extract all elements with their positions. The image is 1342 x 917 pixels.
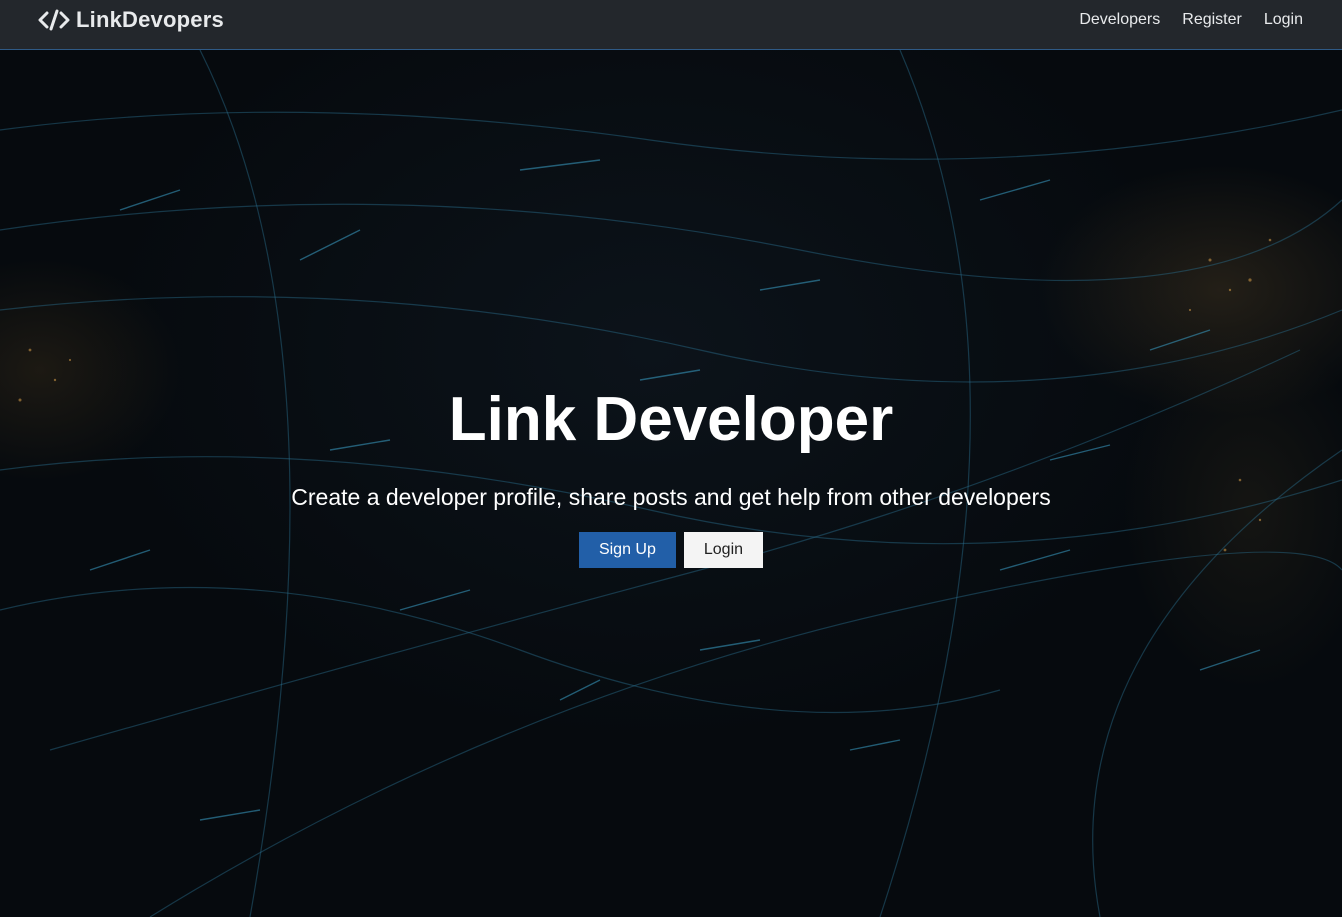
hero-lead: Create a developer profile, share posts …	[291, 484, 1051, 510]
code-icon	[38, 9, 70, 31]
hero-content: Link Developer Create a developer profil…	[0, 380, 1342, 568]
nav-link-developers[interactable]: Developers	[1079, 9, 1160, 31]
hero-buttons: Sign Up Login	[0, 532, 1342, 568]
nav-link-register[interactable]: Register	[1182, 9, 1242, 31]
nav-links: Developers Register Login	[1079, 9, 1303, 31]
sign-up-button[interactable]: Sign Up	[578, 532, 676, 568]
landing-page: LinkDevopers Developers Register Login L…	[0, 0, 1342, 917]
navbar: LinkDevopers Developers Register Login	[0, 0, 1342, 50]
brand-link[interactable]: LinkDevopers	[38, 6, 224, 34]
nav-link-login[interactable]: Login	[1264, 9, 1303, 31]
brand-name: LinkDevopers	[76, 7, 224, 32]
login-button[interactable]: Login	[683, 532, 764, 568]
hero-section: Link Developer Create a developer profil…	[0, 50, 1342, 917]
hero-title: Link Developer	[448, 385, 894, 454]
